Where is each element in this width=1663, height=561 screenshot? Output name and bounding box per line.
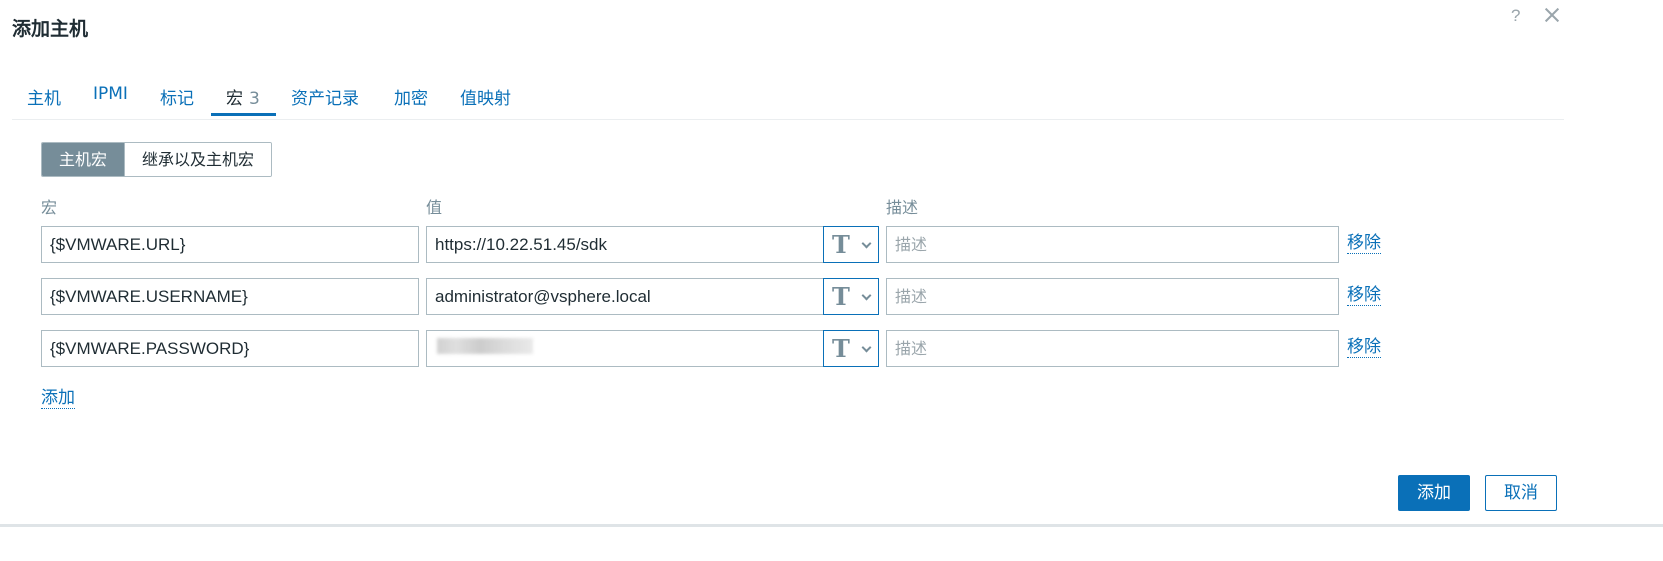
active-tab-indicator [211,113,276,116]
tab-macros-count: 3 [249,89,260,109]
add-macro-link[interactable]: 添加 [41,389,75,409]
chevron-down-icon [861,238,872,249]
macro-name-input[interactable]: {$VMWARE.USERNAME} [41,278,419,315]
macro-value-input[interactable]: https://10.22.51.45/sdk [426,226,824,263]
macro-name-input[interactable]: {$VMWARE.URL} [41,226,419,263]
add-button[interactable]: 添加 [1398,475,1470,511]
host-macros-toggle[interactable]: 主机宏 [42,143,125,176]
help-icon[interactable]: ? [1511,6,1520,26]
tab-value-mapping[interactable]: 值映射 [460,84,511,119]
macro-description-input[interactable]: 描述 [886,278,1339,315]
tab-tags[interactable]: 标记 [160,84,194,119]
tab-inventory[interactable]: 资产记录 [291,84,359,119]
chevron-down-icon [861,290,872,301]
macro-mode-toggle: 主机宏 继承以及主机宏 [41,142,273,177]
tab-macros-label: 宏 [226,89,243,109]
value-type-dropdown[interactable]: T [823,330,879,367]
value-type-dropdown[interactable]: T [823,226,879,263]
cancel-button[interactable]: 取消 [1485,475,1557,511]
remove-link[interactable]: 移除 [1347,338,1381,358]
dialog-title: 添加主机 [12,18,89,40]
inherited-macros-toggle[interactable]: 继承以及主机宏 [124,143,272,176]
text-type-icon: T [832,282,850,311]
chevron-down-icon [861,342,872,353]
redacted-value [437,338,533,354]
remove-link[interactable]: 移除 [1347,234,1381,254]
remove-link[interactable]: 移除 [1347,286,1381,306]
column-header-macro: 宏 [41,198,58,217]
tab-bar: 主机 IPMI 标记 宏3 资产记录 加密 值映射 [12,76,1564,120]
macro-description-input[interactable]: 描述 [886,330,1339,367]
macro-description-input[interactable]: 描述 [886,226,1339,263]
text-type-icon: T [832,230,850,259]
tab-host[interactable]: 主机 [27,84,61,119]
macro-value-input[interactable]: administrator@vsphere.local [426,278,824,315]
close-icon[interactable] [1541,4,1563,26]
macro-name-input[interactable]: {$VMWARE.PASSWORD} [41,330,419,367]
bottom-divider [0,524,1663,527]
add-host-dialog: 添加主机 ? 主机 IPMI 标记 宏3 资产记录 加密 值映射 主机宏 继承以… [0,0,1663,561]
value-type-dropdown[interactable]: T [823,278,879,315]
column-header-value: 值 [426,198,443,217]
text-type-icon: T [832,334,850,363]
tab-encryption[interactable]: 加密 [394,84,428,119]
tab-ipmi[interactable]: IPMI [93,84,128,119]
column-header-description: 描述 [886,198,919,217]
